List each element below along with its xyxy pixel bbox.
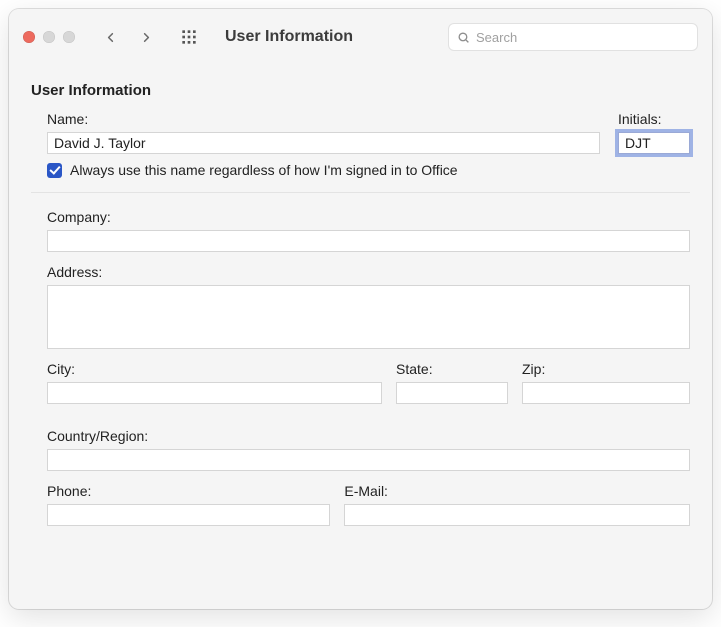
section-heading: User Information [31,82,690,99]
minimize-window-button[interactable] [43,31,55,43]
divider [31,192,690,193]
email-input[interactable] [344,504,690,526]
zip-input[interactable] [522,382,690,404]
country-input[interactable] [47,449,690,471]
window-title: User Information [225,28,353,46]
phone-input[interactable] [47,504,330,526]
initials-label: Initials: [618,111,690,127]
chevron-right-icon [139,30,154,45]
state-label: State: [396,361,508,377]
preferences-window: User Information User Information Name: … [9,9,712,609]
content-area: User Information Name: Initials: Always … [9,64,712,609]
always-use-name-checkbox[interactable] [47,163,62,178]
email-label: E-Mail: [344,483,690,499]
titlebar: User Information [9,9,712,64]
back-button[interactable] [97,24,123,50]
address-input[interactable] [47,285,690,349]
search-input[interactable] [476,30,689,45]
phone-label: Phone: [47,483,330,499]
state-input[interactable] [396,382,508,404]
search-field-container[interactable] [448,23,698,51]
search-icon [457,31,470,44]
zip-label: Zip: [522,361,690,377]
country-label: Country/Region: [47,428,690,444]
name-input[interactable] [47,132,600,154]
show-all-button[interactable] [175,23,203,51]
chevron-left-icon [103,30,118,45]
city-input[interactable] [47,382,382,404]
name-label: Name: [47,111,600,127]
always-use-name-label: Always use this name regardless of how I… [70,162,458,178]
forward-button[interactable] [133,24,159,50]
initials-input[interactable] [618,132,690,154]
window-controls [23,31,75,43]
city-label: City: [47,361,382,377]
close-window-button[interactable] [23,31,35,43]
company-input[interactable] [47,230,690,252]
company-label: Company: [47,209,690,225]
address-label: Address: [47,264,690,280]
grid-icon [181,29,197,45]
maximize-window-button[interactable] [63,31,75,43]
